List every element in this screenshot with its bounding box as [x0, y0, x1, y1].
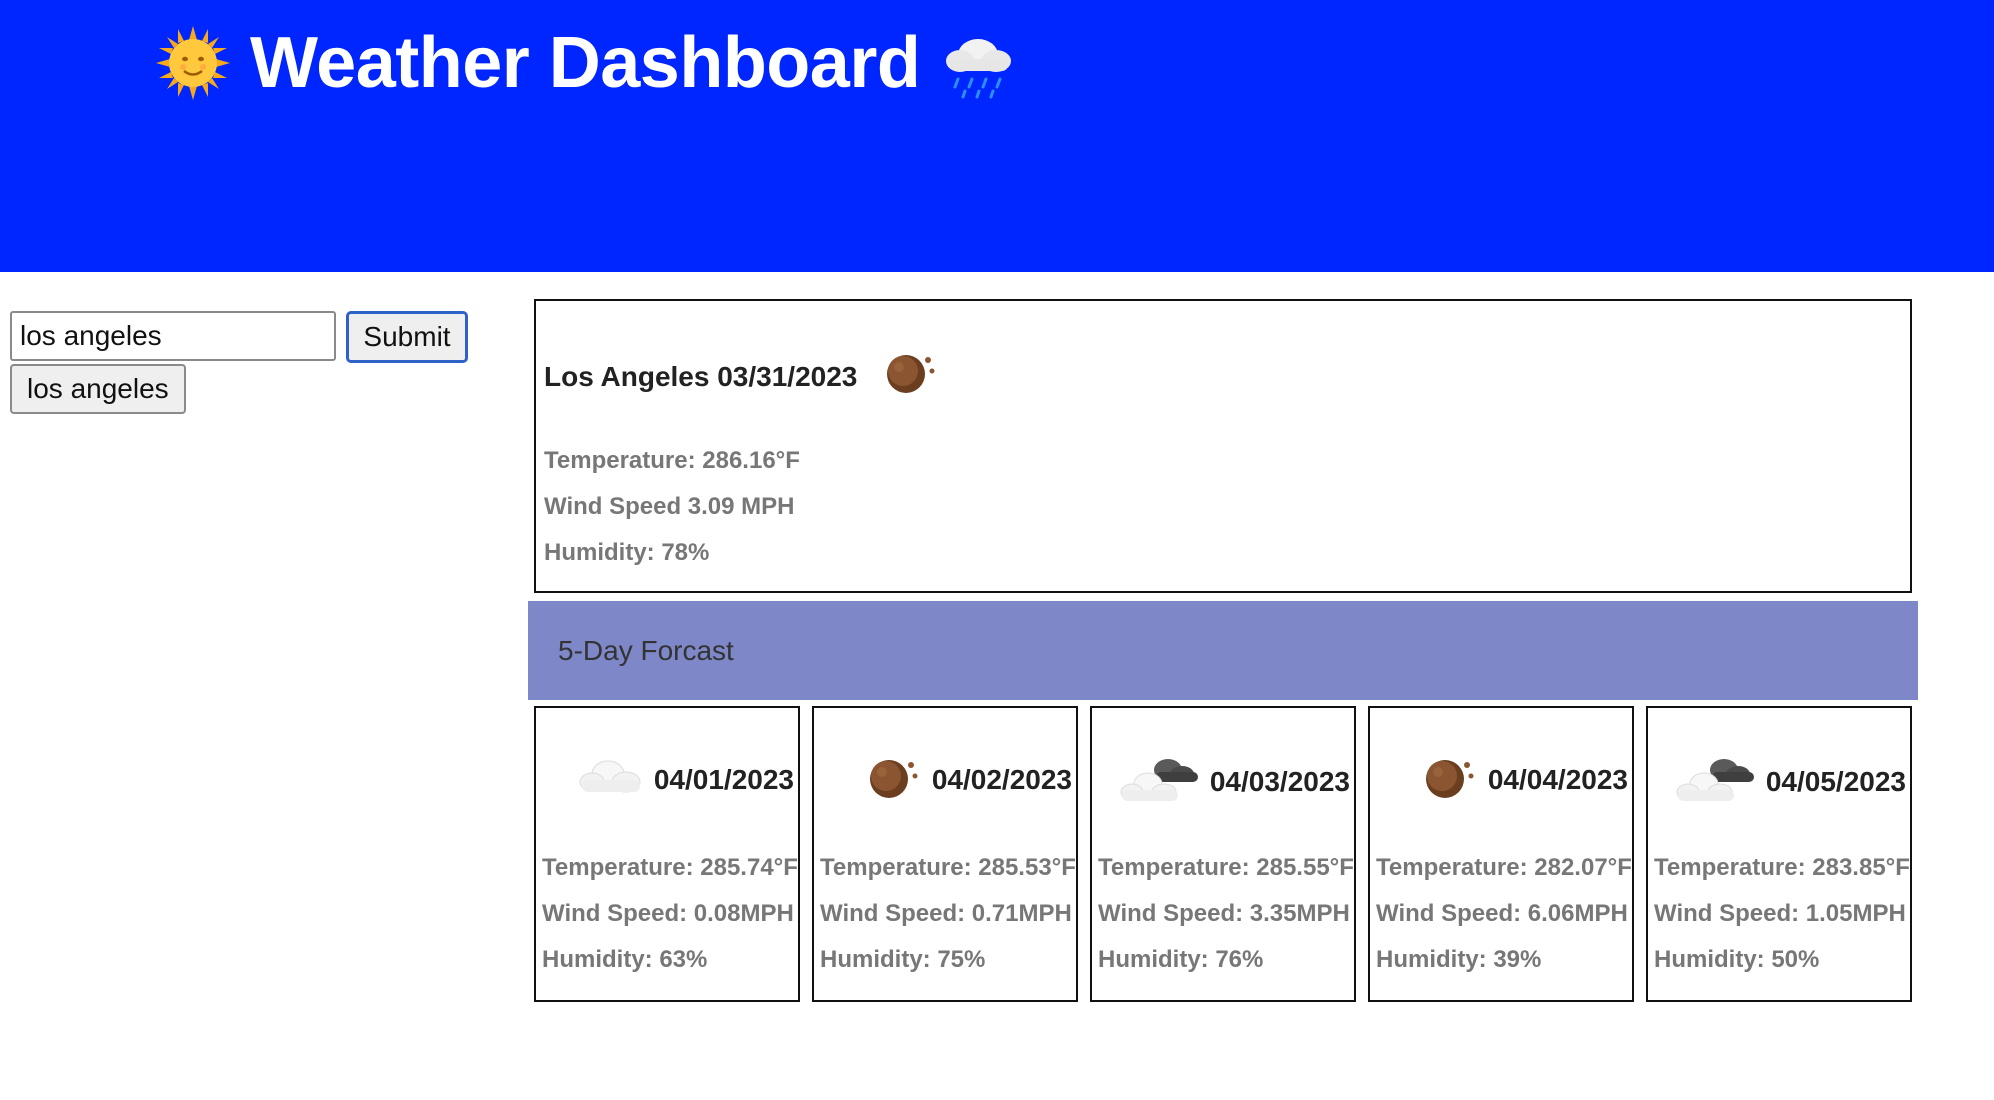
moon-night-icon	[866, 752, 924, 807]
forecast-date: 04/04/2023	[1487, 763, 1628, 795]
forecast-card: 04/05/2023 Temperature: 283.85°F Wind Sp…	[1646, 706, 1912, 1002]
forecast-heading: 5-Day Forcast	[558, 635, 734, 666]
forecast-date: 04/02/2023	[931, 763, 1072, 795]
cloud-with-rain-icon	[940, 25, 1016, 101]
city-search-input[interactable]	[10, 311, 336, 361]
current-humidity: Humidity: 78%	[544, 539, 710, 566]
current-temperature: Temperature: 286.16°F	[544, 447, 800, 474]
submit-button[interactable]: Submit	[346, 311, 468, 363]
sun-with-face-icon	[156, 26, 230, 100]
dark-cloud-icon	[1672, 752, 1758, 811]
forecast-wind-speed: Wind Speed: 1.05MPH	[1654, 900, 1906, 927]
cloud-icon	[574, 752, 646, 807]
forecast-wind-speed: Wind Speed: 6.06MPH	[1376, 900, 1628, 927]
forecast-temperature: Temperature: 285.55°F	[1098, 854, 1354, 881]
current-city-date: Los Angeles 03/31/2023	[544, 360, 858, 392]
header-banner: Weather Dashboard	[0, 0, 1994, 272]
forecast-header-bar: 5-Day Forcast	[528, 601, 1918, 700]
forecast-humidity: Humidity: 75%	[820, 946, 986, 973]
dark-cloud-icon	[1116, 752, 1202, 811]
forecast-wind-speed: Wind Speed: 3.35MPH	[1098, 900, 1350, 927]
forecast-date: 04/05/2023	[1765, 765, 1906, 797]
forecast-card: 04/04/2023 Temperature: 282.07°F Wind Sp…	[1368, 706, 1634, 1002]
forecast-card: 04/01/2023 Temperature: 285.74°F Wind Sp…	[534, 706, 800, 1002]
forecast-date: 04/03/2023	[1209, 765, 1350, 797]
forecast-humidity: Humidity: 76%	[1098, 946, 1264, 973]
forecast-wind-speed: Wind Speed: 0.71MPH	[820, 900, 1072, 927]
current-weather-header: Los Angeles 03/31/2023	[544, 351, 941, 402]
forecast-humidity: Humidity: 63%	[542, 946, 708, 973]
forecast-card: 04/02/2023 Temperature: 285.53°F Wind Sp…	[812, 706, 1078, 1002]
forecast-wind-speed: Wind Speed: 0.08MPH	[542, 900, 794, 927]
page-title-row: Weather Dashboard	[156, 22, 1016, 104]
current-weather-card: Los Angeles 03/31/2023 Temperature: 286.…	[534, 299, 1912, 593]
forecast-date: 04/01/2023	[653, 763, 794, 795]
moon-night-icon	[1422, 752, 1480, 807]
forecast-temperature: Temperature: 285.74°F	[542, 854, 798, 881]
forecast-temperature: Temperature: 283.85°F	[1654, 854, 1910, 881]
moon-night-icon	[883, 347, 941, 402]
forecast-humidity: Humidity: 50%	[1654, 946, 1820, 973]
forecast-card: 04/03/2023 Temperature: 285.55°F Wind Sp…	[1090, 706, 1356, 1002]
page-title: Weather Dashboard	[250, 23, 921, 103]
forecast-humidity: Humidity: 39%	[1376, 946, 1542, 973]
search-history-button[interactable]: los angeles	[10, 364, 186, 414]
current-wind-speed: Wind Speed 3.09 MPH	[544, 493, 795, 520]
forecast-temperature: Temperature: 282.07°F	[1376, 854, 1632, 881]
forecast-temperature: Temperature: 285.53°F	[820, 854, 1076, 881]
